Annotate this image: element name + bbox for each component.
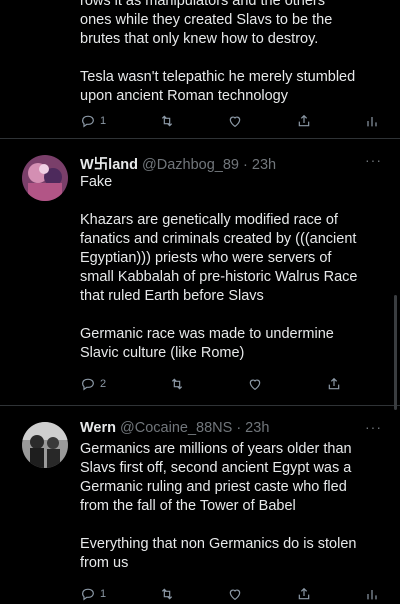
like-button[interactable]: [227, 586, 243, 602]
analytics-button[interactable]: [364, 586, 380, 602]
retweet-button[interactable]: [159, 113, 175, 129]
avatar[interactable]: [22, 155, 68, 201]
share-button[interactable]: [326, 376, 342, 392]
tweet2-line: Fake: [80, 174, 113, 190]
tweet1-line: brutes that only knew how to destroy.: [80, 31, 319, 47]
reply-button[interactable]: 1: [80, 113, 106, 129]
reply-button[interactable]: 1: [80, 586, 106, 602]
divider: [0, 138, 400, 139]
timestamp[interactable]: · 23h: [236, 420, 269, 436]
tweet3-line: from the fall of the Tower of Babel: [80, 498, 296, 514]
retweet-button[interactable]: [169, 376, 185, 392]
tweet3-header: Wern @Cocaine_88NS · 23h: [80, 420, 384, 436]
more-options-icon[interactable]: ···: [365, 152, 382, 168]
tweet3-line: Germanics are millions of years older th…: [80, 441, 352, 457]
tweet2-line: Egyptian))) priests who were servers of: [80, 250, 332, 266]
user-handle[interactable]: @Cocaine_88NS: [120, 420, 232, 436]
tweet2-header: W卐land @Dazhbog_89 · 23h: [80, 153, 384, 174]
tweet3-body: Germanics are millions of years older th…: [80, 440, 382, 573]
tweet2-line: small Kabbalah of pre-historic Walrus Ra…: [80, 269, 358, 285]
tweet2-actions: 2: [80, 375, 342, 393]
retweet-button[interactable]: [159, 586, 175, 602]
tweet3-line: Slavs first off, second ancient Egypt wa…: [80, 460, 352, 476]
tweet2-body: Fake Khazars are genetically modified ra…: [80, 173, 382, 363]
tweet3-line: from us: [80, 555, 129, 571]
tweet1-actions: 1: [80, 112, 380, 130]
scrollbar[interactable]: [394, 295, 397, 410]
timestamp[interactable]: · 23h: [243, 157, 276, 173]
retweet-icon: [161, 115, 172, 127]
reply-icon: [82, 378, 94, 391]
display-name[interactable]: Wern: [80, 420, 116, 436]
reply-count: 1: [100, 588, 107, 600]
reply-count: 1: [100, 115, 107, 127]
tweet2-line: Slavic culture (like Rome): [80, 345, 245, 361]
tweet2-line: that ruled Earth before Slavs: [80, 288, 264, 304]
like-icon: [229, 116, 241, 128]
like-icon: [229, 589, 241, 601]
analytics-button[interactable]: [364, 113, 380, 129]
avatar[interactable]: [22, 422, 68, 468]
tweet2-line: Khazars are genetically modified race of: [80, 212, 338, 228]
tweet1-line: ones while they created Slavs to be the: [80, 12, 333, 28]
retweet-icon: [171, 378, 182, 390]
share-icon: [328, 377, 340, 390]
reply-count: 2: [100, 378, 107, 390]
like-icon: [250, 379, 261, 391]
reply-icon: [82, 115, 94, 128]
tweet1-line: Tesla wasn't telepathic he merely stumbl…: [80, 69, 356, 85]
display-name[interactable]: W卐land: [80, 157, 138, 173]
like-button[interactable]: [247, 376, 263, 392]
user-handle[interactable]: @Dazhbog_89: [142, 157, 239, 173]
tweet2-line: Germanic race was made to undermine: [80, 326, 334, 342]
tweet3-line: Everything that non Germanics do is stol…: [80, 536, 357, 552]
tweet3-actions: 1: [80, 585, 380, 603]
more-options-icon[interactable]: ···: [365, 419, 382, 435]
tweet2-line: fanatics and criminals created by (((anc…: [80, 231, 357, 247]
tweet1-partial-line: rows it as manipulators and the others: [80, 0, 326, 9]
share-button[interactable]: [296, 586, 312, 602]
reply-button[interactable]: 2: [80, 376, 106, 392]
analytics-icon: [367, 590, 377, 600]
retweet-icon: [161, 588, 172, 600]
analytics-icon: [367, 117, 377, 127]
like-button[interactable]: [227, 113, 243, 129]
divider: [0, 405, 400, 406]
tweet1-body: rows it as manipulators and the others o…: [80, 0, 382, 106]
tweet1-line: upon ancient Roman technology: [80, 88, 288, 104]
share-icon: [298, 114, 309, 127]
reply-icon: [82, 588, 94, 601]
tweet3-line: Germanic ruling and priest caste who fle…: [80, 479, 347, 495]
share-icon: [298, 587, 309, 600]
share-button[interactable]: [296, 113, 312, 129]
